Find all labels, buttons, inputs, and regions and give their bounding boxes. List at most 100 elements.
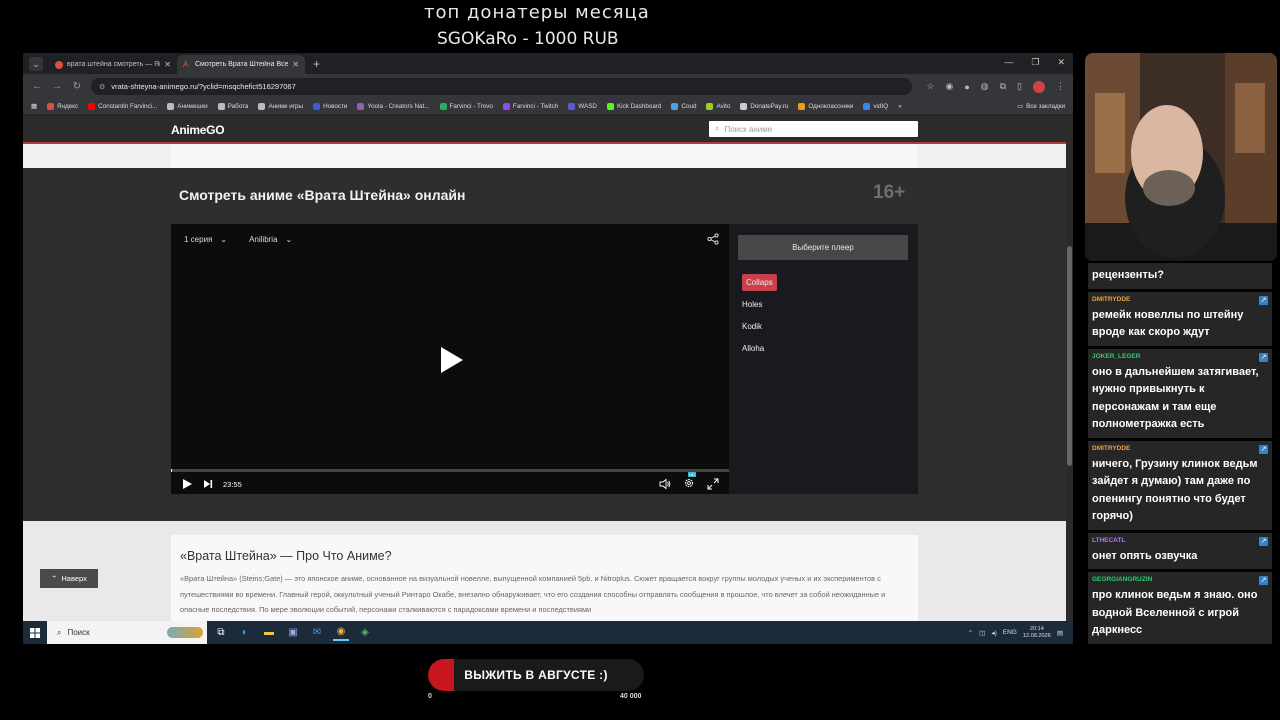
profile-avatar[interactable]: [1033, 80, 1045, 93]
share-icon[interactable]: [707, 233, 719, 245]
tab-bar: ⌄ врата штейна смотреть — Янд ✕ A Смотре…: [23, 53, 1073, 74]
search-input[interactable]: ⌕ Поиск аниме: [709, 121, 918, 137]
volume-tray-icon[interactable]: ◂): [991, 629, 996, 637]
bookmark-item[interactable]: WASD: [568, 103, 597, 110]
extension-icon[interactable]: ●: [964, 82, 969, 92]
store-icon[interactable]: ▣: [285, 625, 301, 641]
notifications-icon[interactable]: ▤: [1057, 629, 1063, 637]
tab-animego[interactable]: A Смотреть Врата Штейна Все С ✕: [177, 55, 305, 74]
reload-icon[interactable]: ↻: [71, 81, 83, 92]
restore-icon[interactable]: ❐: [1031, 57, 1039, 68]
bookmark-item[interactable]: Kick Dashboard: [606, 103, 661, 110]
url-text: vrata-shteyna-animego.ru/?yclid=msqchefi…: [111, 82, 296, 91]
play-button-icon[interactable]: [181, 478, 193, 490]
extension-icon[interactable]: ◉: [945, 81, 953, 92]
fullscreen-icon[interactable]: [707, 478, 719, 490]
language-indicator[interactable]: ENG: [1003, 629, 1017, 636]
puzzle-icon[interactable]: ⧉: [1000, 81, 1006, 92]
bookmark-item[interactable]: Yoola - Creators Nat...: [357, 103, 430, 110]
mail-icon[interactable]: ✉: [309, 625, 325, 641]
bookmark-item[interactable]: Работа: [217, 103, 249, 110]
player-option-holes[interactable]: Holes: [738, 293, 908, 315]
player-controls-right: HD: [659, 472, 719, 491]
bookmark-item[interactable]: Constantin Farvinci...: [88, 103, 157, 110]
window-controls: — ❐ ✕: [1004, 57, 1065, 68]
site-info-icon[interactable]: ⚙: [99, 83, 105, 91]
player-option-label: Kodik: [742, 321, 763, 331]
bookmark-item[interactable]: vidIQ: [863, 103, 888, 110]
bookmark-item[interactable]: Яндекс: [46, 103, 78, 110]
start-button[interactable]: [23, 621, 47, 644]
progress-bar[interactable]: [171, 469, 729, 472]
bookmark-item[interactable]: Coud: [671, 103, 696, 110]
edge-icon[interactable]: ◐: [237, 625, 253, 641]
new-tab-button[interactable]: +: [313, 57, 320, 71]
age-rating: 16+: [873, 182, 906, 203]
forward-icon[interactable]: →: [51, 81, 63, 92]
chat-username: DMITRYDDE: [1092, 444, 1131, 452]
player-option-collaps[interactable]: Collaps: [738, 271, 908, 293]
chat-message: LTHECATL ↗ онет опять озвучка: [1088, 532, 1272, 569]
bookmark-item[interactable]: Аниме игры: [258, 103, 303, 110]
bookmark-icon: [258, 103, 266, 110]
episode-select[interactable]: 1 серия ⌄: [184, 235, 227, 244]
taskbar-search[interactable]: ⌕ Поиск: [47, 621, 207, 644]
close-tab-icon[interactable]: ✕: [164, 60, 171, 69]
site-logo[interactable]: AnimeGO: [171, 123, 225, 137]
player-option-label: Collaps: [742, 273, 777, 291]
player-controls: 23:55 HD: [171, 472, 729, 494]
player-list: Выберите плеер Collaps Holes Kodik Alloha: [738, 235, 908, 359]
platform-badge-icon: ↗: [1259, 576, 1268, 585]
sidebar-icon[interactable]: ▯: [1017, 81, 1022, 92]
bookmark-item[interactable]: Одноклассники: [798, 103, 853, 110]
tray-chevron-icon[interactable]: ⌃: [968, 629, 973, 637]
bookmark-item[interactable]: Avito: [706, 103, 730, 110]
apps-icon[interactable]: ▦: [31, 103, 37, 110]
tab-yandex[interactable]: врата штейна смотреть — Янд ✕: [49, 55, 177, 74]
close-window-icon[interactable]: ✕: [1057, 57, 1065, 68]
about-title: «Врата Штейна» — Про Что Аниме?: [180, 549, 392, 563]
chrome-icon[interactable]: ◉: [333, 625, 349, 641]
all-bookmarks[interactable]: ▭ Все закладки: [1017, 103, 1065, 110]
settings-button[interactable]: HD: [683, 472, 696, 491]
bookmark-label: WASD: [578, 103, 597, 110]
explorer-icon[interactable]: ▬: [261, 625, 277, 641]
bookmark-item[interactable]: Анимешки: [167, 103, 208, 110]
clock[interactable]: 20:14 12.08.2026: [1023, 626, 1051, 640]
chat-username: JOKER_LEGER: [1092, 352, 1141, 360]
volume-icon[interactable]: [659, 478, 671, 490]
task-view-icon[interactable]: ⧉: [213, 625, 229, 641]
play-icon[interactable]: [441, 347, 463, 373]
player-option-label: Holes: [742, 299, 763, 309]
back-icon[interactable]: ←: [31, 81, 43, 92]
more-bookmarks-icon[interactable]: »: [898, 103, 902, 110]
player-option-alloha[interactable]: Alloha: [738, 337, 908, 359]
system-tray: ⌃ ◫ ◂) ENG 20:14 12.08.2026 ▤: [968, 626, 1063, 640]
menu-icon[interactable]: ⋮: [1056, 81, 1065, 92]
tab-search-icon[interactable]: ⌄: [29, 57, 43, 71]
app-icon[interactable]: ◈: [357, 625, 373, 641]
page-scrollbar[interactable]: [1066, 116, 1073, 621]
bookmark-item[interactable]: Новости: [313, 103, 347, 110]
bookmark-item[interactable]: DonatePay.ru: [740, 103, 788, 110]
chat-text: про клинок ведьм я знаю. оно водной Всел…: [1092, 589, 1258, 636]
dub-select[interactable]: Anilibria ⌄: [249, 235, 292, 244]
next-icon[interactable]: [202, 478, 214, 490]
scroll-thumb[interactable]: [1067, 246, 1072, 466]
network-icon[interactable]: ◫: [979, 629, 985, 637]
bookmark-star-icon[interactable]: ☆: [926, 81, 934, 92]
bookmark-item[interactable]: Farvinci - Trovo: [439, 103, 493, 110]
minimize-icon[interactable]: —: [1004, 57, 1013, 68]
extension-icon[interactable]: ◍: [981, 81, 989, 92]
url-field[interactable]: ⚙ vrata-shteyna-animego.ru/?yclid=msqche…: [91, 78, 913, 95]
donors-title: топ донатеры месяца: [424, 2, 650, 23]
video-player[interactable]: 1 серия ⌄ Anilibria ⌄ 23:55 HD: [171, 224, 729, 494]
bookmark-label: Coud: [681, 103, 697, 110]
about-text: «Врата Штейна» (Steins;Gate) — это японс…: [180, 574, 886, 614]
bookmark-label: Работа: [227, 103, 249, 110]
player-option-kodik[interactable]: Kodik: [738, 315, 908, 337]
close-tab-icon[interactable]: ✕: [292, 60, 299, 69]
clock-date: 12.08.2026: [1022, 632, 1051, 639]
scroll-to-top-button[interactable]: ⌃ Наверх: [40, 569, 98, 588]
bookmark-item[interactable]: Farvinci - Twitch: [502, 103, 558, 110]
